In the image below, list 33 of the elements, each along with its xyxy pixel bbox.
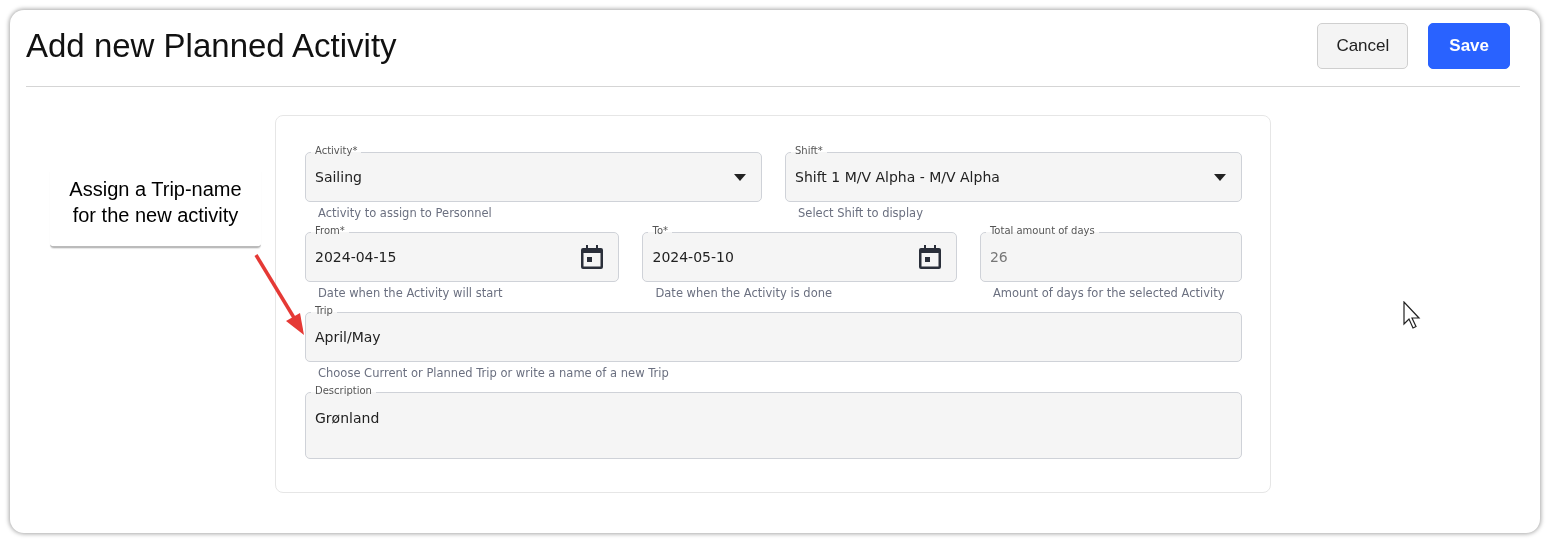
field-label: Total amount of days bbox=[985, 224, 1099, 238]
save-button[interactable]: Save bbox=[1428, 23, 1510, 69]
date-field[interactable]: From* 2024-04-15 bbox=[305, 224, 620, 282]
field-value: 2024-05-10 bbox=[652, 249, 735, 265]
field-value: April/May bbox=[315, 329, 382, 345]
calendar-icon[interactable] bbox=[918, 245, 941, 269]
date-field[interactable]: To* 2024-05-10 bbox=[642, 224, 957, 282]
cancel-button[interactable]: Cancel bbox=[1317, 23, 1409, 69]
helper-text: Select Shift to display bbox=[797, 205, 924, 220]
select-field[interactable]: Activity* Sailing bbox=[305, 144, 762, 202]
helper-text: Date when the Activity will start bbox=[317, 285, 504, 300]
field-value: Grønland bbox=[315, 410, 381, 426]
text-area[interactable]: Description Grønland bbox=[305, 384, 1242, 459]
helper-text: Choose Current or Planned Trip or write a name of a new Trip bbox=[317, 365, 670, 380]
caret-icon bbox=[734, 173, 746, 181]
callout-note: Assign a Trip-name for the new activity bbox=[50, 171, 261, 248]
helper-text: Date when the Activity is done bbox=[654, 285, 834, 300]
helper-text: Activity to assign to Personnel bbox=[317, 205, 493, 220]
helper-text: Amount of days for the selected Activity bbox=[991, 285, 1226, 300]
field-label: Trip bbox=[311, 304, 337, 318]
input-field[interactable]: Trip April/May bbox=[305, 304, 1242, 362]
dialog-title: Add new Planned Activity bbox=[26, 27, 397, 65]
field-label: Description bbox=[311, 384, 376, 398]
field-value: Sailing bbox=[315, 169, 363, 185]
field-value: 26 bbox=[989, 249, 1009, 265]
field-label: Activity* bbox=[311, 144, 362, 158]
field-value: Shift 1 M/V Alpha - M/V Alpha bbox=[795, 169, 1001, 185]
caret-icon bbox=[1214, 173, 1226, 181]
input-field[interactable]: Total amount of days 26 bbox=[979, 224, 1242, 282]
select-field[interactable]: Shift* Shift 1 M/V Alpha - M/V Alpha bbox=[785, 144, 1242, 202]
field-value: 2024-04-15 bbox=[315, 249, 398, 265]
cursor-icon bbox=[1403, 301, 1423, 329]
calendar-icon[interactable] bbox=[581, 245, 604, 269]
